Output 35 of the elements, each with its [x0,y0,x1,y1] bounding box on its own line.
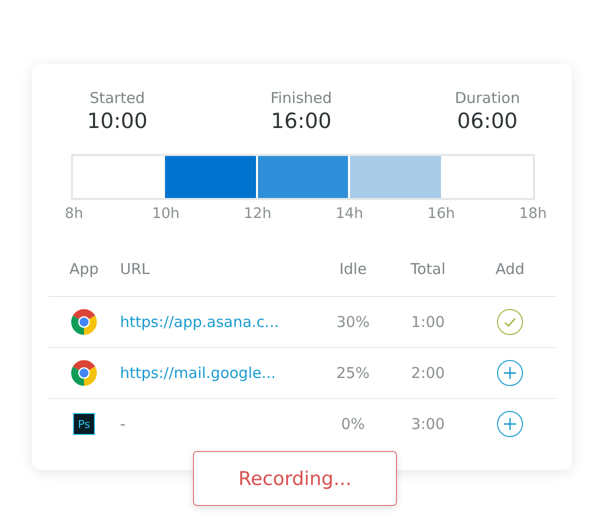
idle-cell: 0% [341,415,365,433]
total-cell: 2:00 [411,364,445,382]
stat-value: 16:00 [270,108,332,134]
added-check-button[interactable] [497,309,523,335]
hour-tick: 10h [150,206,181,222]
plus-icon [502,416,518,432]
total-cell: 3:00 [411,415,445,433]
column-header: Add [495,260,525,278]
stat-value: 06:00 [457,108,518,134]
column-header: Total [410,260,446,278]
browser-icon [71,309,97,335]
column-header: App [69,260,99,278]
plus-icon [502,365,518,381]
hour-tick: 8h [64,206,84,222]
idle-cell: 25% [336,364,370,382]
add-button[interactable] [497,360,523,386]
app-logo: Ps [73,413,95,435]
stat-value: 10:00 [87,108,148,134]
url-link[interactable]: https://mail.google... [120,364,320,382]
hour-tick: 16h [426,206,456,222]
hour-tick: 14h [334,206,364,222]
hour-tick: 12h [242,206,272,222]
idle-cell: 30% [336,313,370,331]
hour-tick: 18h [518,206,548,222]
column-header: Idle [339,260,367,278]
url-text: - [120,415,126,433]
column-header: URL [120,260,150,278]
stat-label: Finished [270,88,332,108]
url-link[interactable]: https://app.asana.c... [120,313,320,331]
total-cell: 1:00 [411,313,445,331]
recording-button[interactable]: Recording... [193,451,397,506]
stat-label: Started [90,88,145,108]
browser-icon [71,360,97,386]
stat-label: Duration [454,88,520,108]
add-button[interactable] [497,411,523,437]
